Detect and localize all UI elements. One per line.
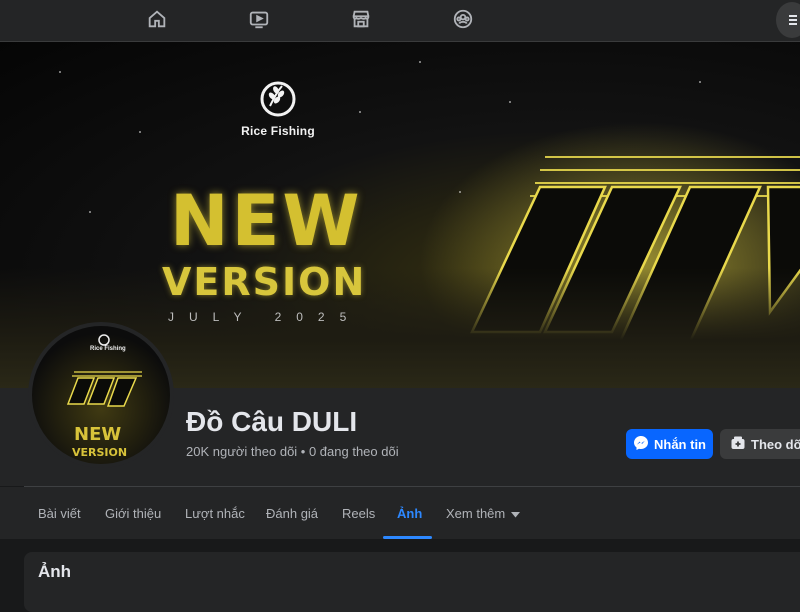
avatar-headline-new: NEW xyxy=(74,424,122,445)
marketplace-icon[interactable] xyxy=(346,6,376,32)
active-tab-indicator xyxy=(383,536,432,539)
avatar-headline-version: VERSION xyxy=(72,446,128,459)
top-navigation xyxy=(0,0,800,42)
tab-reels[interactable]: Reels xyxy=(340,487,377,539)
video-icon[interactable] xyxy=(244,6,274,32)
tab-about[interactable]: Giới thiệu xyxy=(103,487,163,539)
rice-fishing-logo-icon xyxy=(255,76,301,122)
follower-stats[interactable]: 20K người theo dõi • 0 đang theo dõi xyxy=(186,444,399,459)
home-icon[interactable] xyxy=(142,6,172,32)
message-button-label: Nhắn tin xyxy=(654,436,706,452)
tab-posts[interactable]: Bài viết xyxy=(36,487,83,539)
tab-mentions[interactable]: Lượt nhắc xyxy=(183,487,247,539)
cover-headline-new: NEW xyxy=(170,180,363,262)
cover-headline-version: VERSION xyxy=(162,260,367,304)
photos-section-title: Ảnh xyxy=(38,562,72,581)
cover-brand: Rice Fishing xyxy=(232,76,324,138)
cover-date-line: JULY 2025 xyxy=(168,310,362,324)
tab-reviews[interactable]: Đánh giá xyxy=(264,487,320,539)
follow-button[interactable]: Theo dõi xyxy=(720,429,800,459)
tab-photos[interactable]: Ảnh xyxy=(395,487,424,539)
messenger-icon xyxy=(633,435,649,454)
photos-section-card xyxy=(24,552,800,612)
caret-down-icon xyxy=(511,506,521,521)
cover-brand-name: Rice Fishing xyxy=(241,124,315,138)
groups-icon[interactable] xyxy=(448,6,478,32)
message-button[interactable]: Nhắn tin xyxy=(626,429,713,459)
tab-more-label: Xem thêm xyxy=(446,505,506,521)
follow-button-label: Theo dõi xyxy=(751,436,800,452)
follow-icon xyxy=(730,435,746,454)
menu-icon[interactable] xyxy=(776,2,800,38)
profile-avatar[interactable]: Rice Fishing NEW VERSION xyxy=(28,322,174,468)
tab-more[interactable]: Xem thêm xyxy=(444,487,522,539)
page-title: Đồ Câu DULI xyxy=(186,406,358,437)
